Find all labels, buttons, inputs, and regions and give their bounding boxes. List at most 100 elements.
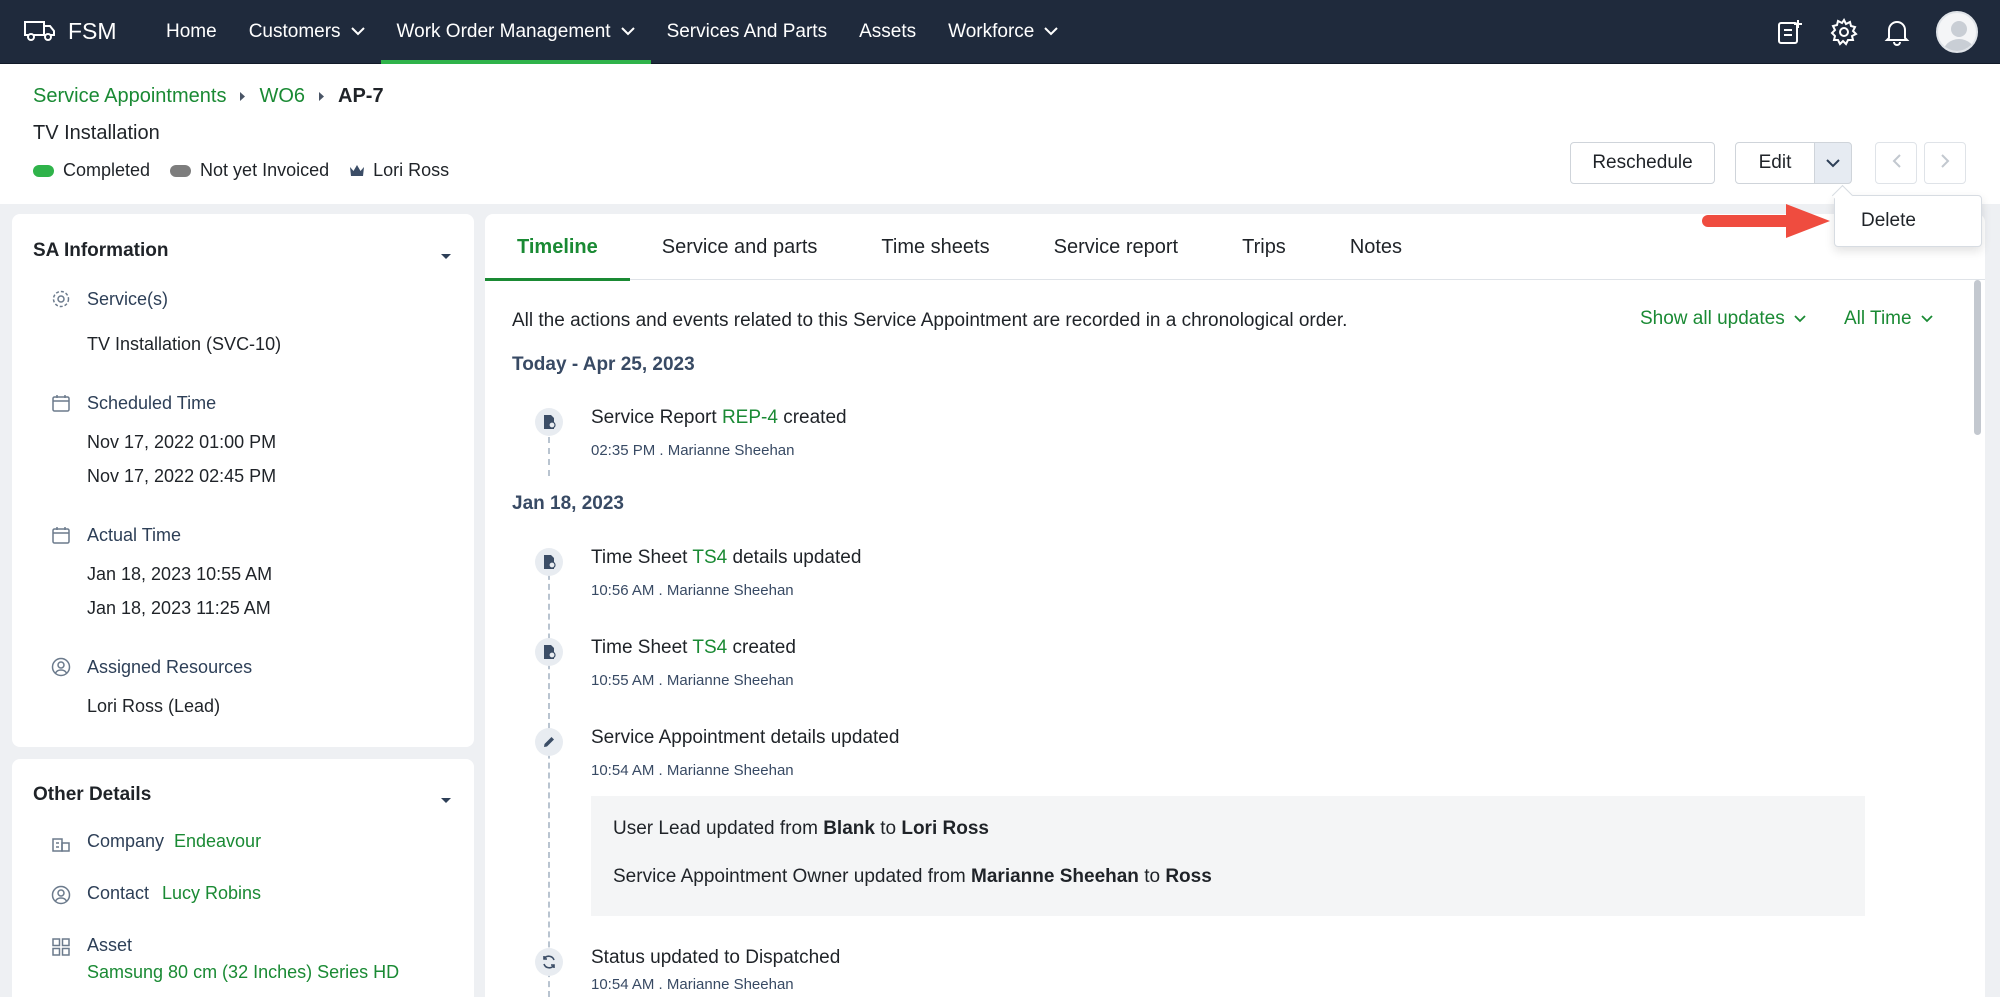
annotation-arrow-icon bbox=[1700, 200, 1835, 245]
event-text: created bbox=[727, 637, 796, 658]
timeline-event-title: Status updated to Dispatched bbox=[591, 947, 841, 968]
tab-timeline[interactable]: Timeline bbox=[485, 214, 630, 281]
next-record-button[interactable] bbox=[1924, 142, 1966, 184]
chevron-left-icon bbox=[1892, 153, 1901, 173]
services-label: Service(s) bbox=[87, 289, 169, 309]
nav-workforce[interactable]: Workforce bbox=[932, 0, 1074, 64]
contact-link[interactable]: Lucy Robins bbox=[162, 883, 261, 904]
service-report-link[interactable]: REP-4 bbox=[722, 407, 778, 428]
contact-label: Contact bbox=[87, 883, 150, 903]
reschedule-button[interactable]: Reschedule bbox=[1570, 142, 1715, 184]
top-navigation: FSM Home Customers Work Order Management… bbox=[0, 0, 2000, 64]
timeline-date-heading: Jan 18, 2023 bbox=[512, 493, 624, 514]
update-details-box: User Lead updated from Blank to Lori Ros… bbox=[591, 796, 1865, 916]
quick-create-icon[interactable] bbox=[1776, 18, 1804, 46]
time-sheet-link[interactable]: TS4 bbox=[692, 637, 727, 658]
caret-right-icon bbox=[318, 91, 325, 102]
nav-work-order-management[interactable]: Work Order Management bbox=[380, 0, 651, 64]
delete-menu-item[interactable]: Delete bbox=[1861, 210, 1916, 232]
tab-service-and-parts[interactable]: Service and parts bbox=[630, 214, 850, 280]
detail-text: to bbox=[1138, 866, 1166, 887]
record-header: Service Appointments WO6 AP-7 TV Install… bbox=[0, 64, 2000, 204]
refresh-icon bbox=[535, 948, 563, 976]
gear-icon bbox=[51, 289, 71, 309]
breadcrumb-service-appointments[interactable]: Service Appointments bbox=[33, 85, 226, 108]
timeline-event-meta: 10:56 AM . Marianne Sheehan bbox=[591, 582, 794, 599]
event-text: Time Sheet bbox=[591, 547, 693, 568]
caret-down-icon[interactable] bbox=[440, 791, 452, 809]
timeline-event-meta: 10:55 AM . Marianne Sheehan bbox=[591, 672, 794, 689]
nav-home[interactable]: Home bbox=[150, 0, 233, 64]
nav-services-and-parts[interactable]: Services And Parts bbox=[651, 0, 844, 64]
other-details-card: Other Details Company Endeavour Contact … bbox=[12, 759, 474, 997]
calendar-icon bbox=[51, 525, 71, 545]
nav-services-label: Services And Parts bbox=[666, 20, 828, 42]
nav-assets[interactable]: Assets bbox=[843, 0, 932, 64]
timeline-date-heading: Today - Apr 25, 2023 bbox=[512, 354, 695, 375]
nav-customers[interactable]: Customers bbox=[233, 0, 381, 64]
scrollbar[interactable] bbox=[1974, 280, 1981, 435]
chevron-down-icon bbox=[1826, 152, 1840, 174]
status-not-invoiced-pill bbox=[170, 164, 192, 177]
asset-link[interactable]: Samsung 80 cm (32 Inches) Series HD bbox=[87, 962, 399, 983]
owner-name: Lori Ross bbox=[373, 160, 450, 180]
user-circle-icon bbox=[51, 657, 71, 677]
truck-logo-icon bbox=[22, 16, 56, 47]
other-details-title: Other Details bbox=[33, 784, 152, 805]
tab-service-and-parts-label: Service and parts bbox=[661, 235, 818, 258]
owner: Lori Ross bbox=[349, 160, 449, 181]
actual-end-value: Jan 18, 2023 11:25 AM bbox=[87, 598, 271, 618]
scheduled-time-label: Scheduled Time bbox=[87, 393, 217, 413]
sa-information-title: SA Information bbox=[33, 240, 169, 261]
nav-workforce-label: Workforce bbox=[948, 20, 1035, 42]
tab-notes[interactable]: Notes bbox=[1318, 214, 1434, 280]
tab-service-report-label: Service report bbox=[1053, 235, 1179, 258]
gear-icon[interactable] bbox=[1830, 17, 1858, 46]
bell-icon[interactable] bbox=[1884, 18, 1910, 46]
detail-text: Service Appointment Owner updated from bbox=[613, 866, 972, 887]
tab-time-sheets[interactable]: Time sheets bbox=[849, 214, 1021, 280]
scheduled-start-value: Nov 17, 2022 01:00 PM bbox=[87, 432, 277, 452]
caret-down-icon[interactable] bbox=[440, 247, 452, 265]
previous-record-button[interactable] bbox=[1875, 142, 1917, 184]
nav-work-order-label: Work Order Management bbox=[396, 20, 611, 42]
detail-text: User Lead updated from bbox=[613, 818, 824, 839]
assigned-resources-label: Assigned Resources bbox=[87, 657, 253, 677]
status-badge: Completed bbox=[33, 160, 150, 181]
invoice-status-label: Not yet Invoiced bbox=[200, 160, 330, 180]
event-text: Service Report bbox=[591, 407, 722, 428]
chevron-down-icon bbox=[620, 27, 635, 36]
timeline-event-meta: 10:54 AM . Marianne Sheehan bbox=[591, 976, 794, 993]
timeline-event-title: Time Sheet TS4 created bbox=[591, 637, 796, 659]
user-avatar[interactable] bbox=[1936, 10, 1978, 53]
timesheet-icon bbox=[535, 548, 563, 576]
show-all-updates-label: Show all updates bbox=[1640, 308, 1785, 329]
sa-information-card: SA Information Service(s) TV Installatio… bbox=[12, 214, 474, 747]
breadcrumb-work-order[interactable]: WO6 bbox=[259, 85, 305, 108]
app-logo[interactable]: FSM bbox=[22, 16, 150, 47]
time-sheet-link[interactable]: TS4 bbox=[692, 547, 727, 568]
page-title: TV Installation bbox=[33, 122, 160, 144]
tab-trips[interactable]: Trips bbox=[1210, 214, 1318, 280]
nav-customers-label: Customers bbox=[248, 20, 341, 42]
report-icon bbox=[535, 408, 563, 436]
company-link[interactable]: Endeavour bbox=[174, 831, 261, 852]
tab-trips-label: Trips bbox=[1242, 235, 1286, 258]
show-all-updates-filter[interactable]: Show all updates bbox=[1640, 308, 1806, 330]
edit-button[interactable]: Edit bbox=[1735, 142, 1815, 184]
tab-service-report[interactable]: Service report bbox=[1022, 214, 1211, 280]
chevron-down-icon bbox=[1920, 315, 1933, 323]
chevron-right-icon bbox=[1940, 153, 1950, 173]
all-time-label: All Time bbox=[1844, 308, 1912, 329]
timeline-event-title: Service Report REP-4 created bbox=[591, 407, 847, 429]
nav-assets-label: Assets bbox=[859, 20, 917, 42]
status-label: Completed bbox=[63, 160, 151, 180]
tab-timeline-label: Timeline bbox=[517, 235, 598, 258]
tab-notes-label: Notes bbox=[1349, 235, 1403, 258]
edit-more-dropdown-button[interactable] bbox=[1814, 142, 1852, 184]
main-panel: Timeline Service and parts Time sheets S… bbox=[485, 214, 1985, 997]
event-text: Time Sheet bbox=[591, 637, 693, 658]
actual-start-value: Jan 18, 2023 10:55 AM bbox=[87, 564, 273, 584]
all-time-filter[interactable]: All Time bbox=[1844, 308, 1933, 330]
chevron-down-icon bbox=[350, 27, 365, 36]
